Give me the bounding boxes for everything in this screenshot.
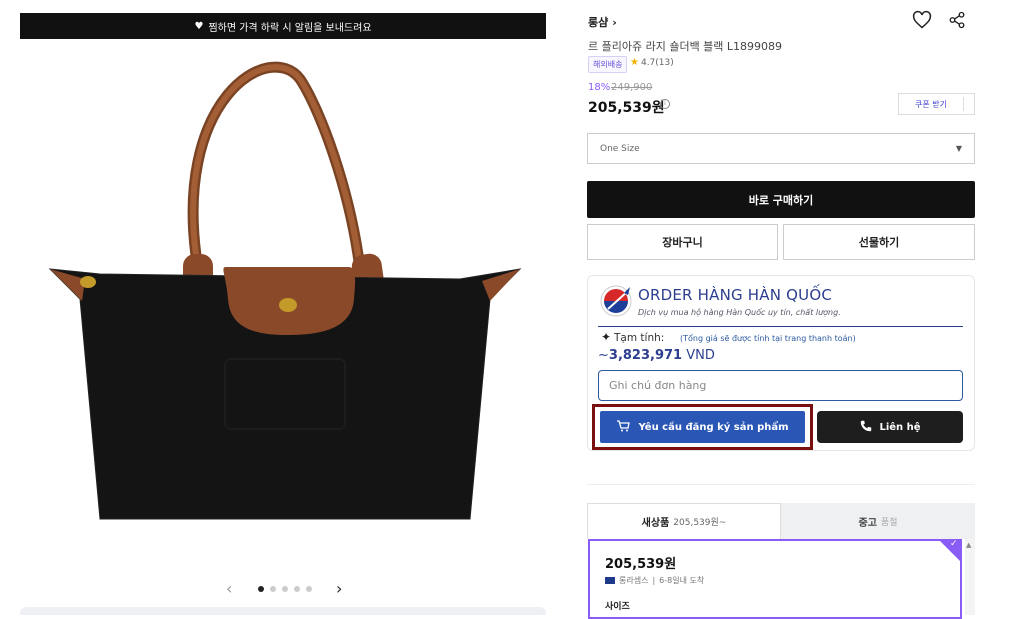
contact-button-label: Liên hệ xyxy=(879,421,921,433)
lower-panel-edge xyxy=(20,607,546,615)
product-rating[interactable]: ★ 4.7(13) xyxy=(630,57,674,68)
estimate-value: ~3,823,971 VND xyxy=(598,348,715,363)
banner-text: 찜하면 가격 하락 시 알림을 보내드려요 xyxy=(208,22,372,34)
cart-button[interactable]: 장바구니 xyxy=(587,224,778,260)
shipping-badge: 해외배송 xyxy=(588,56,628,73)
wishlist-heart-icon[interactable] xyxy=(912,10,932,34)
gallery-dots xyxy=(258,586,312,592)
gallery-dot[interactable] xyxy=(270,586,276,592)
estimate-note: (Tổng giá sẽ được tính tại trang thanh t… xyxy=(680,334,856,343)
heart-icon: ♥ xyxy=(194,20,204,32)
star-icon: ★ xyxy=(630,57,639,68)
estimate-currency: VND xyxy=(686,348,715,363)
prev-image-button[interactable]: ‹ xyxy=(226,579,232,598)
tab-new-product[interactable]: 새상품 205,539원~ xyxy=(587,503,781,539)
scroll-up-icon[interactable]: ▲ xyxy=(966,541,971,549)
divider xyxy=(598,326,963,327)
caret-down-icon: ▼ xyxy=(955,144,962,153)
share-icon[interactable] xyxy=(948,11,966,33)
size-select[interactable]: One Size ▼ xyxy=(587,133,975,164)
estimate-label: Tạm tính: xyxy=(614,332,665,344)
request-button-label: Yêu cầu đăng ký sản phẩm xyxy=(638,421,789,433)
size-selected-value: One Size xyxy=(600,143,640,154)
buy-now-button[interactable]: 바로 구매하기 xyxy=(587,181,975,218)
estimate-amount: 3,823,971 xyxy=(608,348,683,363)
gallery-dot[interactable] xyxy=(258,586,264,592)
order-widget-title: ORDER HÀNG HÀN QUỐC xyxy=(638,286,832,304)
estimate-prefix: ~ xyxy=(598,348,609,363)
discount-rate: 18% xyxy=(588,82,611,93)
tab-used-status: 품절 xyxy=(880,517,898,528)
original-price: 249,900 xyxy=(611,82,653,93)
option-shipping: 롱라셈스 | 6-8일내 도착 xyxy=(605,575,704,586)
delivery-time: 6-8일내 도착 xyxy=(659,576,705,585)
option-price: 205,539원 xyxy=(605,557,677,572)
divider xyxy=(587,484,975,485)
next-image-button[interactable]: › xyxy=(336,579,342,598)
brand-link[interactable]: 롱샴 › xyxy=(588,14,617,30)
tab-new-label: 새상품 xyxy=(641,518,670,529)
request-product-button[interactable]: Yêu cầu đăng ký sản phẩm xyxy=(600,411,805,443)
option-size-label: 사이즈 xyxy=(605,602,630,612)
tab-used-label: 중고 xyxy=(858,517,877,529)
chevron-right-icon: › xyxy=(612,15,617,29)
tab-used-product[interactable]: 중고 품절 xyxy=(781,503,975,539)
order-note-input[interactable] xyxy=(598,370,963,401)
info-icon[interactable]: i xyxy=(660,99,670,109)
wishlist-banner: ♥ 찜하면 가격 하락 시 알림을 보내드려요 xyxy=(20,13,546,39)
product-title: 르 플리아쥬 라지 숄더백 블랙 L1899089 xyxy=(588,40,783,53)
order-widget-subtitle: Dịch vụ mua hộ hàng Hàn Quốc uy tín, chấ… xyxy=(638,308,841,317)
coupon-button[interactable]: 쿠폰 받기 xyxy=(898,93,975,115)
separator: | xyxy=(652,576,656,585)
brand-name: 롱샴 xyxy=(588,16,609,29)
sparkle-icon: ✦ xyxy=(601,330,612,344)
gallery-dot[interactable] xyxy=(282,586,288,592)
uk-flag-icon xyxy=(605,577,615,584)
rating-value: 4.7(13) xyxy=(640,57,674,68)
contact-button[interactable]: Liên hệ xyxy=(817,411,963,443)
gallery-dot[interactable] xyxy=(306,586,312,592)
check-icon: ✓ xyxy=(950,539,958,549)
tab-new-price: 205,539원~ xyxy=(673,518,727,528)
gallery-dot[interactable] xyxy=(294,586,300,592)
divider xyxy=(963,97,964,111)
seller-name: 롱라셈스 xyxy=(619,576,649,585)
order-logo-icon xyxy=(598,283,634,323)
phone-icon xyxy=(859,419,873,436)
cart-plus-icon xyxy=(616,419,631,435)
gift-button[interactable]: 선물하기 xyxy=(783,224,975,260)
coupon-label: 쿠폰 받기 xyxy=(915,99,947,109)
sale-price: 205,539원 xyxy=(588,100,665,116)
scrollbar[interactable] xyxy=(965,539,975,615)
product-image[interactable] xyxy=(20,39,546,569)
